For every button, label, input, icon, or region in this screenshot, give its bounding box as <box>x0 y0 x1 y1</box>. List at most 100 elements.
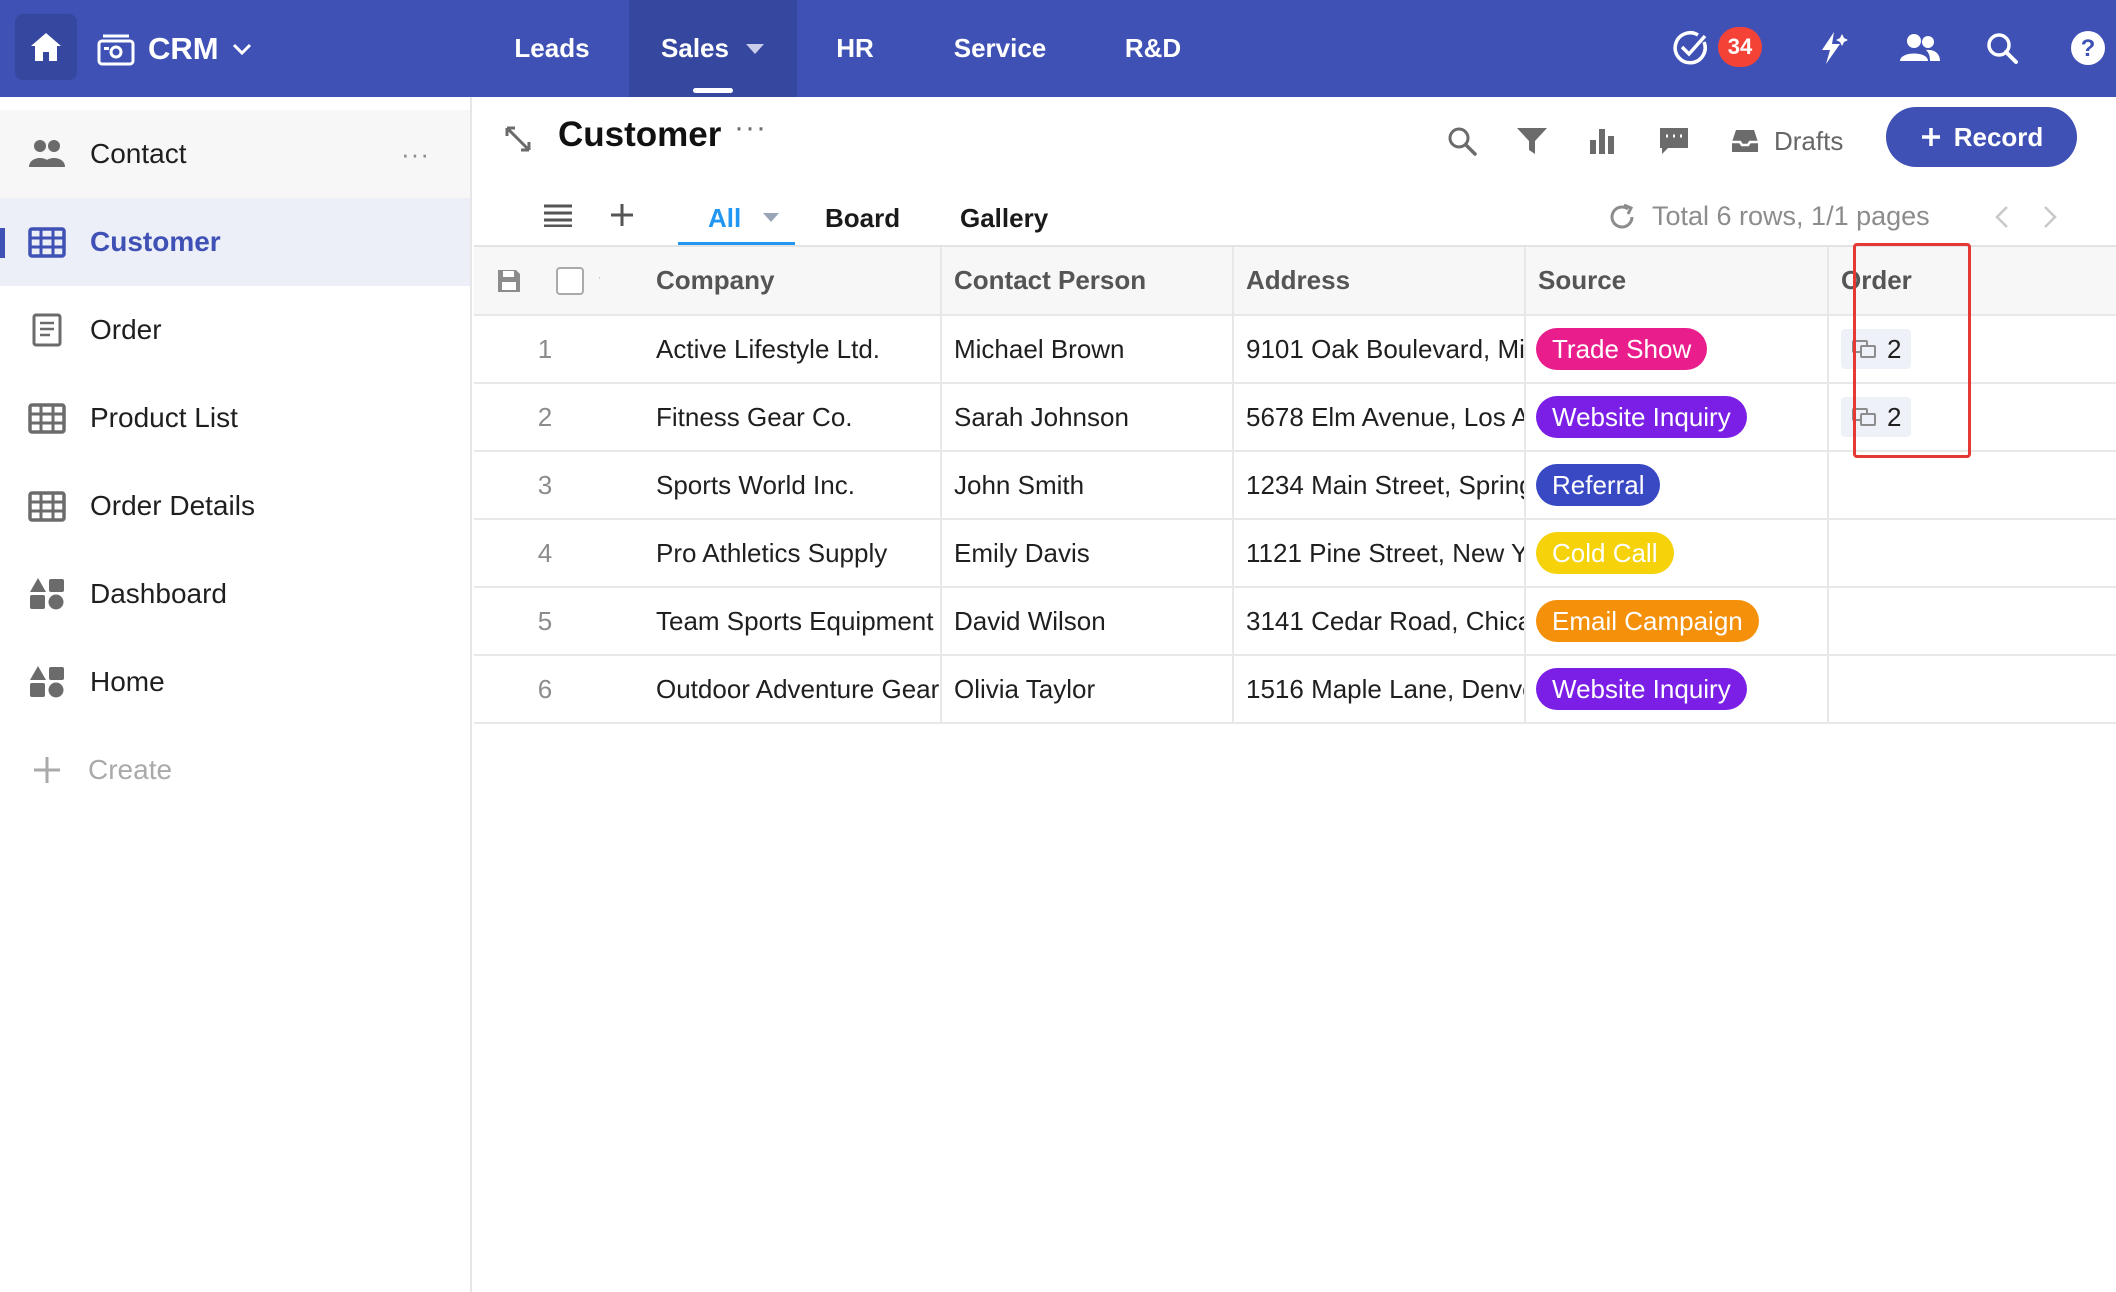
sidebar-item-home[interactable]: Home <box>0 638 470 726</box>
cell-address[interactable]: 1234 Main Street, Springfield <box>1234 452 1526 518</box>
list-icon <box>544 204 572 227</box>
cell-order[interactable] <box>1829 520 2116 586</box>
dashboard-icon <box>30 666 64 698</box>
cell-source[interactable]: Website Inquiry <box>1526 656 1829 722</box>
chevron-right-icon <box>2044 206 2057 228</box>
chevron-down-icon[interactable] <box>598 275 600 287</box>
global-search-button[interactable] <box>1980 26 2024 70</box>
help-button[interactable]: ? <box>2066 26 2110 70</box>
lightning-icon <box>1822 32 1848 64</box>
previous-page-button[interactable] <box>1982 197 2022 237</box>
tab-board[interactable]: Board <box>825 191 900 245</box>
source-tag: Website Inquiry <box>1536 668 1747 710</box>
sidebar-item-order[interactable]: Order <box>0 286 470 374</box>
cell-company[interactable]: Team Sports Equipment <box>644 588 942 654</box>
tasks-button[interactable] <box>1668 26 1712 70</box>
sidebar-item-dashboard[interactable]: Dashboard <box>0 550 470 638</box>
cell-source[interactable]: Cold Call <box>1526 520 1829 586</box>
filter-button[interactable] <box>1512 121 1552 161</box>
next-page-button[interactable] <box>2030 197 2070 237</box>
notification-badge[interactable]: 34 <box>1718 27 1762 67</box>
add-view-button[interactable] <box>602 195 642 235</box>
table-icon <box>28 403 66 434</box>
cell-address[interactable]: 1121 Pine Street, New York <box>1234 520 1526 586</box>
cell-contact-person[interactable]: Michael Brown <box>942 316 1234 382</box>
active-nav-indicator <box>693 88 733 93</box>
bar-chart-icon <box>1590 129 1614 154</box>
plus-icon <box>34 757 60 783</box>
cell-company[interactable]: Sports World Inc. <box>644 452 942 518</box>
cell-order[interactable] <box>1829 588 2116 654</box>
expand-icon <box>505 126 531 152</box>
source-tag: Website Inquiry <box>1536 396 1747 438</box>
more-options-icon[interactable]: ··· <box>401 139 430 170</box>
search-icon <box>1987 33 2018 64</box>
column-header-contact-person[interactable]: Contact Person <box>942 247 1234 314</box>
cell-source[interactable]: Website Inquiry <box>1526 384 1829 450</box>
sidebar-item-contact[interactable]: Contact ··· <box>0 110 470 198</box>
app-name: CRM <box>148 31 219 66</box>
home-button[interactable] <box>15 14 77 80</box>
cell-company[interactable]: Pro Athletics Supply <box>644 520 942 586</box>
tab-gallery[interactable]: Gallery <box>960 191 1048 245</box>
row-number: 3 <box>537 469 553 500</box>
table-row[interactable]: 4 Pro Athletics Supply Emily Davis 1121 Pin… <box>474 520 2116 588</box>
drafts-button[interactable]: Drafts <box>1730 121 1843 161</box>
cell-address[interactable]: 1516 Maple Lane, Denver <box>1234 656 1526 722</box>
nav-sales[interactable]: Sales <box>629 0 797 97</box>
column-header-address[interactable]: Address <box>1234 247 1526 314</box>
select-all-checkbox[interactable] <box>556 267 584 295</box>
nav-service[interactable]: Service <box>936 0 1064 97</box>
search-records-button[interactable] <box>1442 121 1482 161</box>
sidebar-item-order-details[interactable]: Order Details <box>0 462 470 550</box>
sidebar-create[interactable]: Create <box>0 726 470 814</box>
cell-address[interactable]: 9101 Oak Boulevard, Miami <box>1234 316 1526 382</box>
sidebar-item-customer[interactable]: Customer <box>0 198 470 286</box>
cell-address[interactable]: 5678 Elm Avenue, Los Angeles <box>1234 384 1526 450</box>
tab-all[interactable]: All <box>678 191 795 247</box>
column-header-company[interactable]: Company <box>644 247 942 314</box>
cell-source[interactable]: Trade Show <box>1526 316 1829 382</box>
nav-rd[interactable]: R&D <box>1112 0 1194 97</box>
discussion-button[interactable] <box>1654 121 1694 161</box>
app-switcher[interactable]: CRM <box>96 24 253 74</box>
svg-text:?: ? <box>2081 35 2096 62</box>
cell-company[interactable]: Active Lifestyle Ltd. <box>644 316 942 382</box>
column-header-source[interactable]: Source <box>1526 247 1829 314</box>
help-icon: ? <box>2071 31 2105 65</box>
cell-order[interactable] <box>1829 656 2116 722</box>
expand-button[interactable] <box>498 119 538 159</box>
cell-company[interactable]: Fitness Gear Co. <box>644 384 942 450</box>
caret-down-icon <box>745 43 764 54</box>
inbox-icon <box>1732 130 1758 152</box>
table-row[interactable]: 5 Team Sports Equipment David Wilson 3141 C… <box>474 588 2116 656</box>
nav-hr[interactable]: HR <box>815 0 895 97</box>
cell-contact-person[interactable]: Sarah Johnson <box>942 384 1234 450</box>
cell-address[interactable]: 3141 Cedar Road, Chicago <box>1234 588 1526 654</box>
chevron-left-icon <box>1995 206 2008 228</box>
source-tag: Cold Call <box>1536 532 1674 574</box>
members-button[interactable] <box>1898 26 1942 70</box>
cell-contact-person[interactable]: John Smith <box>942 452 1234 518</box>
save-icon[interactable] <box>496 268 522 294</box>
cell-source[interactable]: Referral <box>1526 452 1829 518</box>
automation-button[interactable] <box>1810 26 1854 70</box>
plus-icon <box>611 204 633 226</box>
cell-company[interactable]: Outdoor Adventure Gear <box>644 656 942 722</box>
table-row[interactable]: 6 Outdoor Adventure Gear Olivia Taylor 1516… <box>474 656 2116 724</box>
source-tag: Trade Show <box>1536 328 1708 370</box>
table-row[interactable]: 3 Sports World Inc. John Smith 1234 Main St… <box>474 452 2116 520</box>
sidebar-item-product-list[interactable]: Product List <box>0 374 470 462</box>
page-title: Customer <box>558 115 722 154</box>
views-list-button[interactable] <box>538 195 578 235</box>
refresh-button[interactable] <box>1602 197 1642 237</box>
cell-order[interactable] <box>1829 452 2116 518</box>
add-record-button[interactable]: Record <box>1886 107 2077 167</box>
cell-source[interactable]: Email Campaign <box>1526 588 1829 654</box>
cell-contact-person[interactable]: Emily Davis <box>942 520 1234 586</box>
statistics-button[interactable] <box>1582 121 1622 161</box>
cell-contact-person[interactable]: David Wilson <box>942 588 1234 654</box>
page-more-options[interactable]: ··· <box>734 111 767 145</box>
nav-leads[interactable]: Leads <box>490 0 614 97</box>
cell-contact-person[interactable]: Olivia Taylor <box>942 656 1234 722</box>
